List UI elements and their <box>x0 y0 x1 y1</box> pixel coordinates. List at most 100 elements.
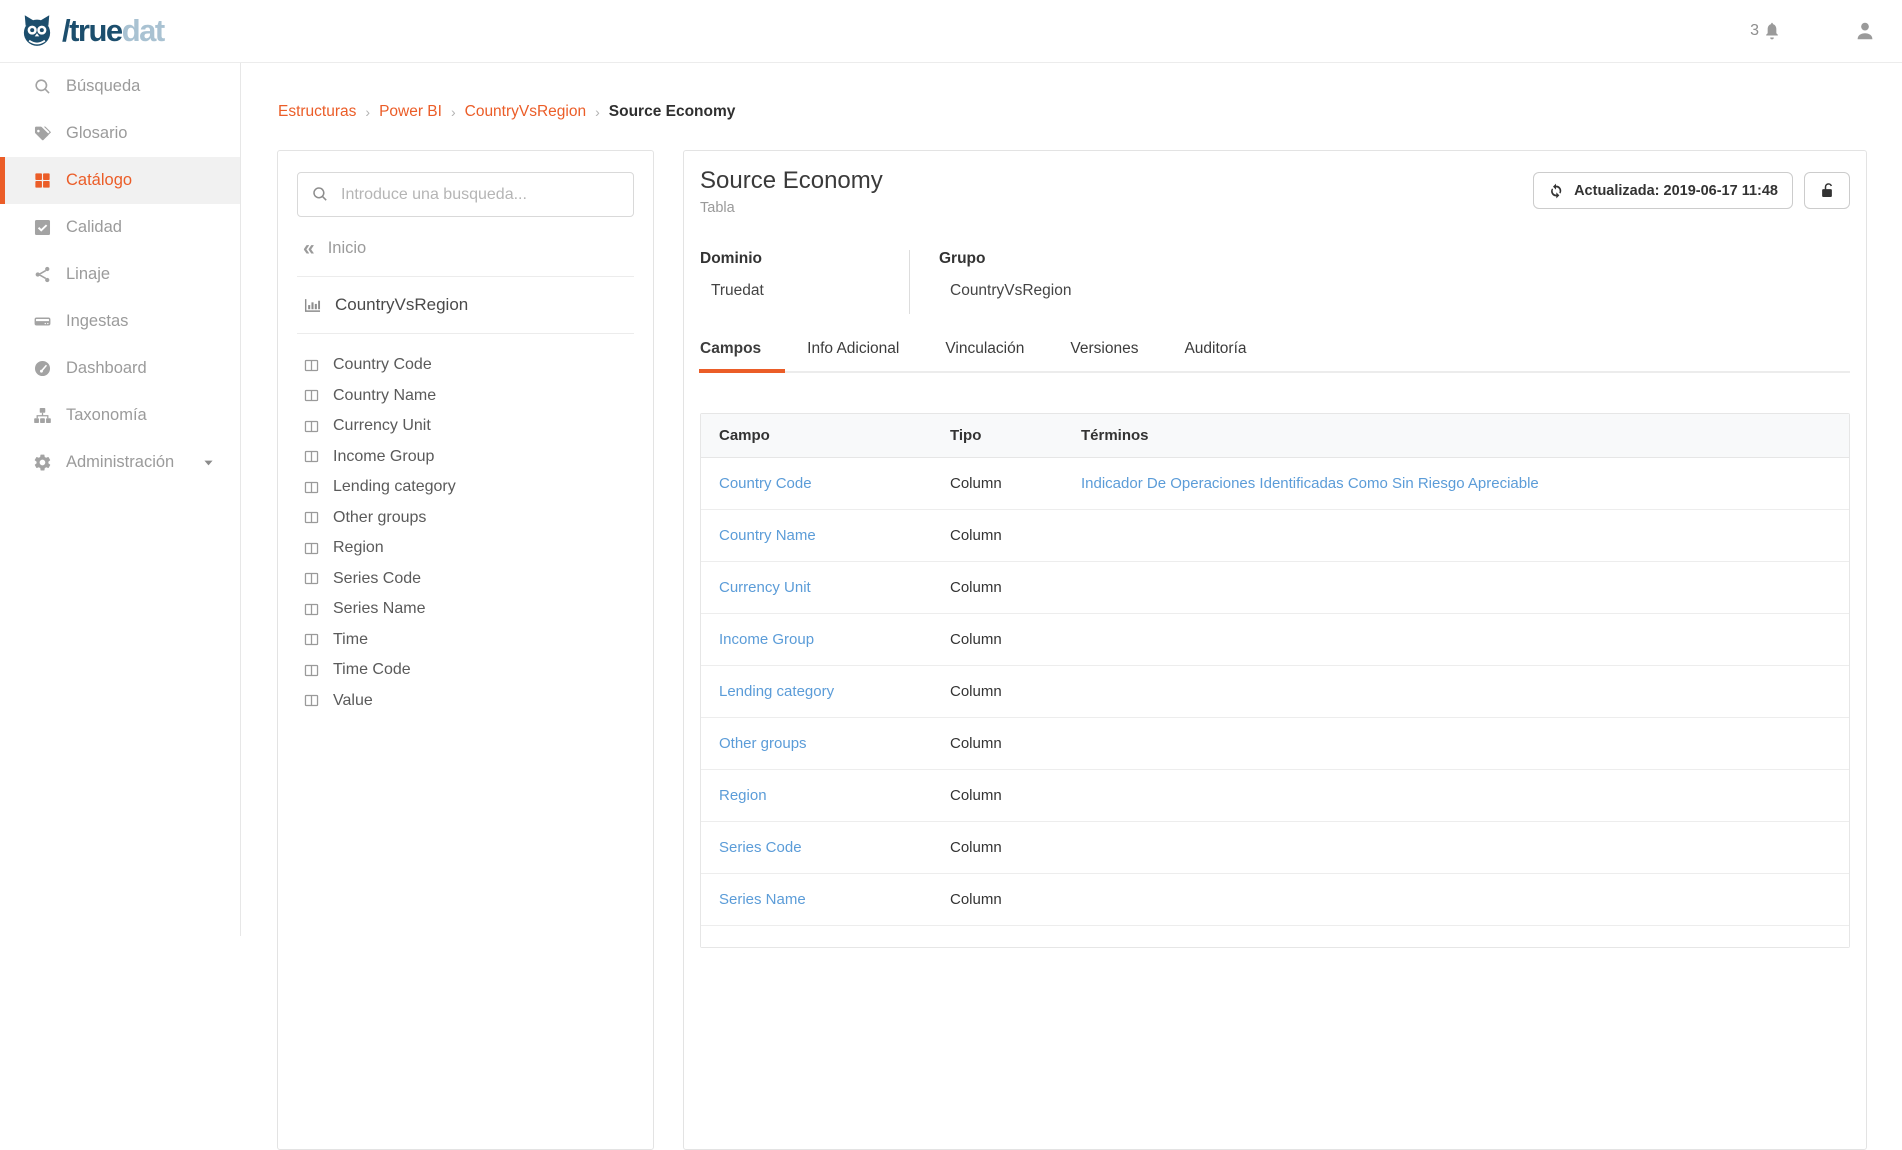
topbar-actions: 3 <box>1750 20 1876 42</box>
table-column-icon <box>303 479 320 496</box>
table-row: Region Column <box>701 770 1849 822</box>
sidebar-item-label: Linaje <box>66 265 110 284</box>
breadcrumb-link[interactable]: Estructuras <box>278 103 356 121</box>
term-link[interactable]: Indicador De Operaciones Identificadas C… <box>1081 475 1539 492</box>
sidebar-item-ingestas[interactable]: Ingestas <box>0 298 240 345</box>
tab-label: Auditoría <box>1184 340 1246 357</box>
sidebar: Búsqueda Glosario Catálogo Calidad Linaj… <box>0 63 241 936</box>
field-type: Column <box>950 475 1081 492</box>
sidebar-item-busqueda[interactable]: Búsqueda <box>0 63 240 110</box>
fields-table-body: Country Code Column Indicador De Operaci… <box>701 458 1849 926</box>
sidebar-item-glosario[interactable]: Glosario <box>0 110 240 157</box>
notifications-button[interactable]: 3 <box>1750 21 1782 41</box>
tree-column-label: Time Code <box>333 661 411 679</box>
tree-column-item-other-groups[interactable]: Other groups <box>297 503 634 534</box>
breadcrumb-link[interactable]: CountryVsRegion <box>465 103 586 121</box>
sidebar-item-label: Catálogo <box>66 171 132 190</box>
breadcrumb: Estructuras › Power BI › CountryVsRegion… <box>241 63 1902 121</box>
table-row: Lending category Column <box>701 666 1849 718</box>
field-link[interactable]: Series Name <box>719 891 806 908</box>
user-menu-button[interactable] <box>1854 20 1876 42</box>
lock-button[interactable] <box>1804 172 1850 209</box>
field-link[interactable]: Lending category <box>719 683 834 700</box>
header-actions: Actualizada: 2019-06-17 11:48 <box>1533 172 1850 209</box>
tree-column-item-time-code[interactable]: Time Code <box>297 655 634 686</box>
tree-column-label: Series Code <box>333 570 421 588</box>
tree-column-item-country-name[interactable]: Country Name <box>297 381 634 412</box>
table-column-icon <box>303 418 320 435</box>
tree-column-item-income-group[interactable]: Income Group <box>297 442 634 473</box>
bell-icon <box>1762 21 1782 41</box>
tab-label: Campos <box>700 340 761 357</box>
chevron-double-left-icon: « <box>303 238 315 259</box>
field-link[interactable]: Income Group <box>719 631 814 648</box>
sidebar-item-dashboard[interactable]: Dashboard <box>0 345 240 392</box>
sitemap-icon <box>33 406 52 425</box>
check-square-icon <box>33 218 52 237</box>
field-link[interactable]: Country Name <box>719 527 816 544</box>
table-column-icon <box>303 448 320 465</box>
bar-chart-icon <box>303 296 322 315</box>
structure-detail-panel: Source Economy Tabla Actualizada: 2019-0… <box>683 150 1867 1150</box>
updated-button[interactable]: Actualizada: 2019-06-17 11:48 <box>1533 172 1793 209</box>
field-type: Column <box>950 683 1081 700</box>
column-header-terminos: Términos <box>1081 427 1849 444</box>
tree-column-item-region[interactable]: Region <box>297 533 634 564</box>
field-link[interactable]: Currency Unit <box>719 579 811 596</box>
tab-label: Versiones <box>1070 340 1138 357</box>
tree-column-list: Country Code Country Name Currency Unit … <box>297 334 634 716</box>
tab-auditoria[interactable]: Auditoría <box>1184 340 1246 371</box>
table-column-icon <box>303 509 320 526</box>
fields-table-header: Campo Tipo Términos <box>701 414 1849 458</box>
column-header-campo: Campo <box>701 427 950 444</box>
tree-back-label: Inicio <box>328 239 367 258</box>
sidebar-item-label: Calidad <box>66 218 122 237</box>
caret-down-icon <box>201 455 216 470</box>
notification-count: 3 <box>1750 22 1759 40</box>
sidebar-item-label: Taxonomía <box>66 406 147 425</box>
table-row-partial <box>701 926 1849 947</box>
table-row: Currency Unit Column <box>701 562 1849 614</box>
tab-vinculacion[interactable]: Vinculación <box>945 340 1024 371</box>
meta-section: Dominio Truedat Grupo CountryVsRegion <box>700 250 1850 314</box>
table-column-icon <box>303 357 320 374</box>
table-column-icon <box>303 601 320 618</box>
tree-column-item-series-code[interactable]: Series Code <box>297 564 634 595</box>
tab-campos[interactable]: Campos <box>700 340 761 371</box>
sidebar-item-linaje[interactable]: Linaje <box>0 251 240 298</box>
group-block: Grupo CountryVsRegion <box>910 250 1071 314</box>
field-link[interactable]: Country Code <box>719 475 812 492</box>
tree-search <box>297 172 634 217</box>
tree-search-input[interactable] <box>297 172 634 217</box>
group-label: Grupo <box>939 250 1071 268</box>
tree-column-item-country-code[interactable]: Country Code <box>297 350 634 381</box>
tree-column-label: Currency Unit <box>333 417 431 435</box>
table-column-icon <box>303 387 320 404</box>
sidebar-item-catalogo[interactable]: Catálogo <box>0 157 240 204</box>
table-row: Other groups Column <box>701 718 1849 770</box>
sidebar-item-administracion[interactable]: Administración <box>0 439 240 486</box>
app-logo[interactable]: /truedat <box>16 10 164 52</box>
table-row: Country Code Column Indicador De Operaci… <box>701 458 1849 510</box>
tree-column-label: Country Name <box>333 387 436 405</box>
field-link[interactable]: Series Code <box>719 839 802 856</box>
sidebar-item-taxonomia[interactable]: Taxonomía <box>0 392 240 439</box>
table-column-icon <box>303 570 320 587</box>
table-row: Income Group Column <box>701 614 1849 666</box>
detail-header: Source Economy Tabla Actualizada: 2019-0… <box>700 167 1850 216</box>
tab-label: Vinculación <box>945 340 1024 357</box>
field-link[interactable]: Other groups <box>719 735 807 752</box>
tree-column-item-series-name[interactable]: Series Name <box>297 594 634 625</box>
tree-back-button[interactable]: « Inicio <box>297 217 634 276</box>
unlock-icon <box>1818 182 1836 200</box>
tab-info-adicional[interactable]: Info Adicional <box>807 340 899 371</box>
tree-column-item-time[interactable]: Time <box>297 625 634 656</box>
tree-column-item-value[interactable]: Value <box>297 686 634 717</box>
tree-parent-item[interactable]: CountryVsRegion <box>297 277 634 333</box>
tree-column-item-currency-unit[interactable]: Currency Unit <box>297 411 634 442</box>
sidebar-item-calidad[interactable]: Calidad <box>0 204 240 251</box>
tab-versiones[interactable]: Versiones <box>1070 340 1138 371</box>
tree-column-item-lending-category[interactable]: Lending category <box>297 472 634 503</box>
field-link[interactable]: Region <box>719 787 767 804</box>
breadcrumb-link[interactable]: Power BI <box>379 103 442 121</box>
